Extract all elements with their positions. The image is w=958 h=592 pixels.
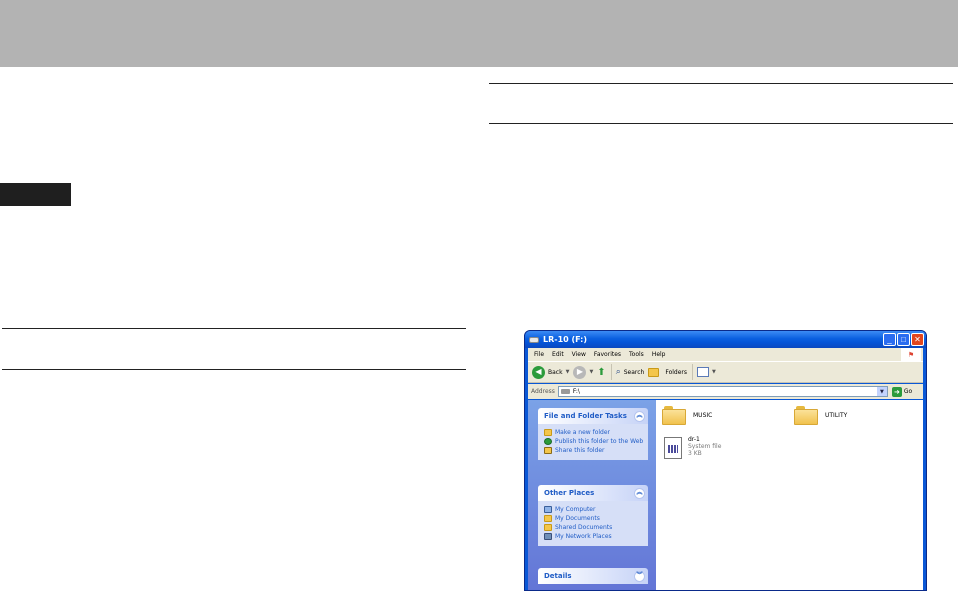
shared-documents-link[interactable]: Shared Documents bbox=[544, 524, 644, 531]
chevron-down-icon[interactable]: ▼ bbox=[566, 369, 570, 375]
expand-icon[interactable]: ︾ bbox=[634, 570, 645, 582]
chevron-down-icon[interactable]: ▼ bbox=[589, 369, 593, 375]
address-label: Address bbox=[531, 388, 555, 395]
folder-icon bbox=[544, 515, 552, 522]
note-label-tab bbox=[0, 183, 71, 206]
forward-button[interactable]: ▶ ▼ bbox=[573, 365, 593, 379]
other-places-panel: Other Places ︽ My Computer My Documents … bbox=[538, 485, 648, 546]
file-name: dr-1 bbox=[688, 436, 700, 443]
panel-title: Details bbox=[544, 572, 572, 580]
folder-icon bbox=[648, 367, 660, 377]
drive-icon bbox=[560, 389, 570, 394]
windows-logo-icon: ⚑ bbox=[901, 348, 921, 361]
panel-title: File and Folder Tasks bbox=[544, 412, 627, 420]
menu-help[interactable]: Help bbox=[652, 351, 666, 358]
item-label: UTILITY bbox=[825, 412, 848, 419]
globe-icon bbox=[544, 438, 552, 445]
menu-tools[interactable]: Tools bbox=[629, 351, 644, 358]
menu-favorites[interactable]: Favorites bbox=[594, 351, 621, 358]
other-places-header[interactable]: Other Places ︽ bbox=[538, 485, 648, 501]
go-arrow-icon: ➜ bbox=[891, 386, 902, 397]
section-rule-bottom bbox=[489, 123, 953, 124]
file-details: dr-1 System file 3 KB bbox=[688, 436, 721, 457]
details-header[interactable]: Details ︾ bbox=[538, 568, 648, 584]
maximize-button[interactable]: □ bbox=[897, 333, 910, 346]
chevron-down-icon[interactable]: ▼ bbox=[876, 387, 887, 396]
toolbar-separator bbox=[692, 364, 694, 380]
chevron-down-icon[interactable]: ▼ bbox=[712, 369, 716, 375]
link-label: Share this folder bbox=[555, 447, 605, 454]
views-button[interactable]: ▼ bbox=[697, 367, 716, 377]
forward-arrow-icon: ▶ bbox=[573, 365, 587, 379]
folder-icon bbox=[794, 406, 818, 425]
panel-title: Other Places bbox=[544, 489, 595, 497]
file-list: MUSIC UTILITY dr-1 System file 3 KB bbox=[656, 400, 923, 590]
toolbar-separator bbox=[610, 364, 612, 380]
my-network-places-link[interactable]: My Network Places bbox=[544, 533, 644, 540]
link-label: Make a new folder bbox=[555, 429, 611, 436]
address-bar: Address F:\ ▼ ➜ Go bbox=[528, 384, 923, 399]
item-label: MUSIC bbox=[693, 412, 713, 419]
go-label: Go bbox=[903, 388, 913, 395]
details-panel: Details ︾ bbox=[538, 568, 648, 584]
menu-edit[interactable]: Edit bbox=[552, 351, 564, 358]
new-folder-icon bbox=[544, 429, 552, 436]
section-rule-top bbox=[2, 328, 466, 329]
folder-icon bbox=[544, 524, 552, 531]
menu-view[interactable]: View bbox=[572, 351, 586, 358]
file-type: System file bbox=[688, 443, 722, 450]
folder-item-utility[interactable]: UTILITY bbox=[794, 406, 847, 425]
task-pane: File and Folder Tasks ︽ Make a new folde… bbox=[528, 400, 656, 590]
window-title: LR-10 (F:) bbox=[543, 335, 588, 344]
go-button[interactable]: ➜ Go bbox=[891, 386, 913, 397]
views-icon bbox=[697, 367, 710, 377]
search-button[interactable]: ⌕ Search bbox=[616, 367, 645, 377]
link-label: My Computer bbox=[555, 506, 596, 513]
search-icon: ⌕ bbox=[615, 367, 621, 377]
my-documents-link[interactable]: My Documents bbox=[544, 515, 644, 522]
explorer-window: LR-10 (F:) _ □ ✕ File Edit View Favorite… bbox=[524, 330, 927, 591]
share-folder-icon bbox=[544, 447, 552, 454]
folders-label: Folders bbox=[665, 368, 688, 376]
file-folder-tasks-header[interactable]: File and Folder Tasks ︽ bbox=[538, 408, 648, 424]
link-label: My Documents bbox=[555, 515, 600, 522]
folders-button[interactable]: Folders bbox=[648, 367, 688, 377]
minimize-button[interactable]: _ bbox=[883, 333, 896, 346]
link-label: Shared Documents bbox=[555, 524, 613, 531]
collapse-icon[interactable]: ︽ bbox=[634, 487, 645, 499]
file-size: 3 KB bbox=[688, 450, 702, 457]
link-label: Publish this folder to the Web bbox=[555, 438, 644, 445]
caption-buttons: _ □ ✕ bbox=[883, 333, 924, 346]
toolbar: ◀ Back ▼ ▶ ▼ ⬆ ⌕ Search Folders ▼ bbox=[528, 361, 923, 383]
back-button[interactable]: ◀ Back ▼ bbox=[532, 365, 570, 379]
back-label: Back bbox=[548, 368, 563, 376]
up-folder-icon: ⬆ bbox=[597, 366, 606, 378]
my-computer-link[interactable]: My Computer bbox=[544, 506, 644, 513]
close-button[interactable]: ✕ bbox=[911, 333, 924, 346]
address-input[interactable]: F:\ ▼ bbox=[557, 386, 888, 397]
section-rule-bottom bbox=[2, 369, 466, 370]
network-icon bbox=[544, 533, 552, 540]
share-folder-link[interactable]: Share this folder bbox=[544, 447, 644, 454]
collapse-icon[interactable]: ︽ bbox=[634, 410, 645, 422]
folder-item-music[interactable]: MUSIC bbox=[662, 406, 712, 425]
section-rule-top bbox=[489, 83, 953, 84]
search-label: Search bbox=[623, 368, 645, 376]
menu-bar: File Edit View Favorites Tools Help ⚑ bbox=[528, 348, 923, 361]
drive-icon bbox=[529, 336, 539, 343]
folder-icon bbox=[662, 406, 686, 425]
file-folder-tasks-panel: File and Folder Tasks ︽ Make a new folde… bbox=[538, 408, 648, 460]
title-bar[interactable]: LR-10 (F:) _ □ ✕ bbox=[525, 331, 926, 348]
publish-folder-link[interactable]: Publish this folder to the Web bbox=[544, 438, 644, 445]
computer-icon bbox=[544, 506, 552, 513]
make-new-folder-link[interactable]: Make a new folder bbox=[544, 429, 644, 436]
system-file-icon bbox=[664, 437, 682, 459]
back-arrow-icon: ◀ bbox=[532, 365, 545, 379]
up-folder-button[interactable]: ⬆ bbox=[597, 367, 605, 378]
link-label: My Network Places bbox=[555, 533, 612, 540]
address-value: F:\ bbox=[572, 388, 580, 395]
menu-file[interactable]: File bbox=[534, 351, 544, 358]
page-header-band bbox=[0, 0, 958, 67]
